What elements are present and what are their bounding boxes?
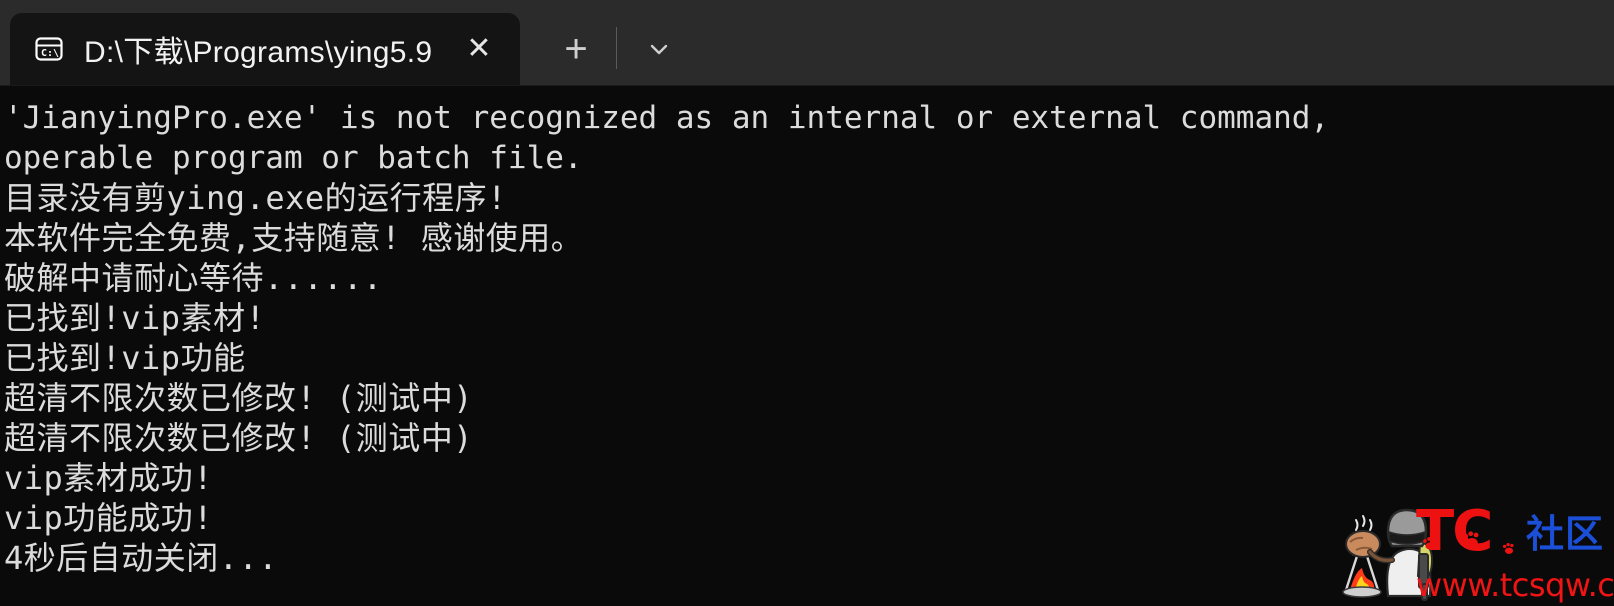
chevron-down-icon[interactable] [633, 23, 685, 75]
terminal-line: vip素材成功! [4, 459, 214, 497]
terminal-line: vip功能成功! [4, 499, 214, 537]
terminal-line: 破解中请耐心等待...... [4, 259, 383, 297]
terminal-line: 目录没有剪ying.exe的运行程序! [4, 179, 507, 217]
new-tab-button[interactable]: + [548, 21, 604, 77]
terminal-line: 超清不限次数已修改! (测试中) [4, 419, 474, 457]
tab-strip: C:\ D:\下载\Programs\ying5.9 ✕ + [0, 0, 1614, 86]
command-prompt-icon: C:\ [32, 32, 66, 66]
tab-strip-top-padding [0, 0, 1614, 10]
terminal-line: 已找到!vip功能 [4, 339, 246, 377]
terminal-line: 已找到!vip素材! [4, 299, 266, 337]
terminal-line: 4秒后自动关闭... [4, 539, 279, 577]
tab-title: D:\下载\Programs\ying5.9 [84, 36, 433, 69]
terminal-window: C:\ D:\下载\Programs\ying5.9 ✕ + 'Jianying… [0, 0, 1614, 606]
terminal-output[interactable]: 'JianyingPro.exe' is not recognized as a… [0, 86, 1614, 606]
tab-close-icon[interactable]: ✕ [452, 22, 506, 76]
tab-strip-divider [616, 27, 617, 69]
terminal-line: 'JianyingPro.exe' is not recognized as a… [4, 100, 1330, 136]
terminal-line: 超清不限次数已修改! (测试中) [4, 379, 474, 417]
terminal-line: 本软件完全免费,支持随意! 感谢使用。 [4, 219, 584, 257]
terminal-tab-active[interactable]: C:\ D:\下载\Programs\ying5.9 ✕ [10, 13, 520, 85]
svg-text:C:\: C:\ [41, 48, 59, 59]
terminal-line: operable program or batch file. [4, 140, 583, 176]
